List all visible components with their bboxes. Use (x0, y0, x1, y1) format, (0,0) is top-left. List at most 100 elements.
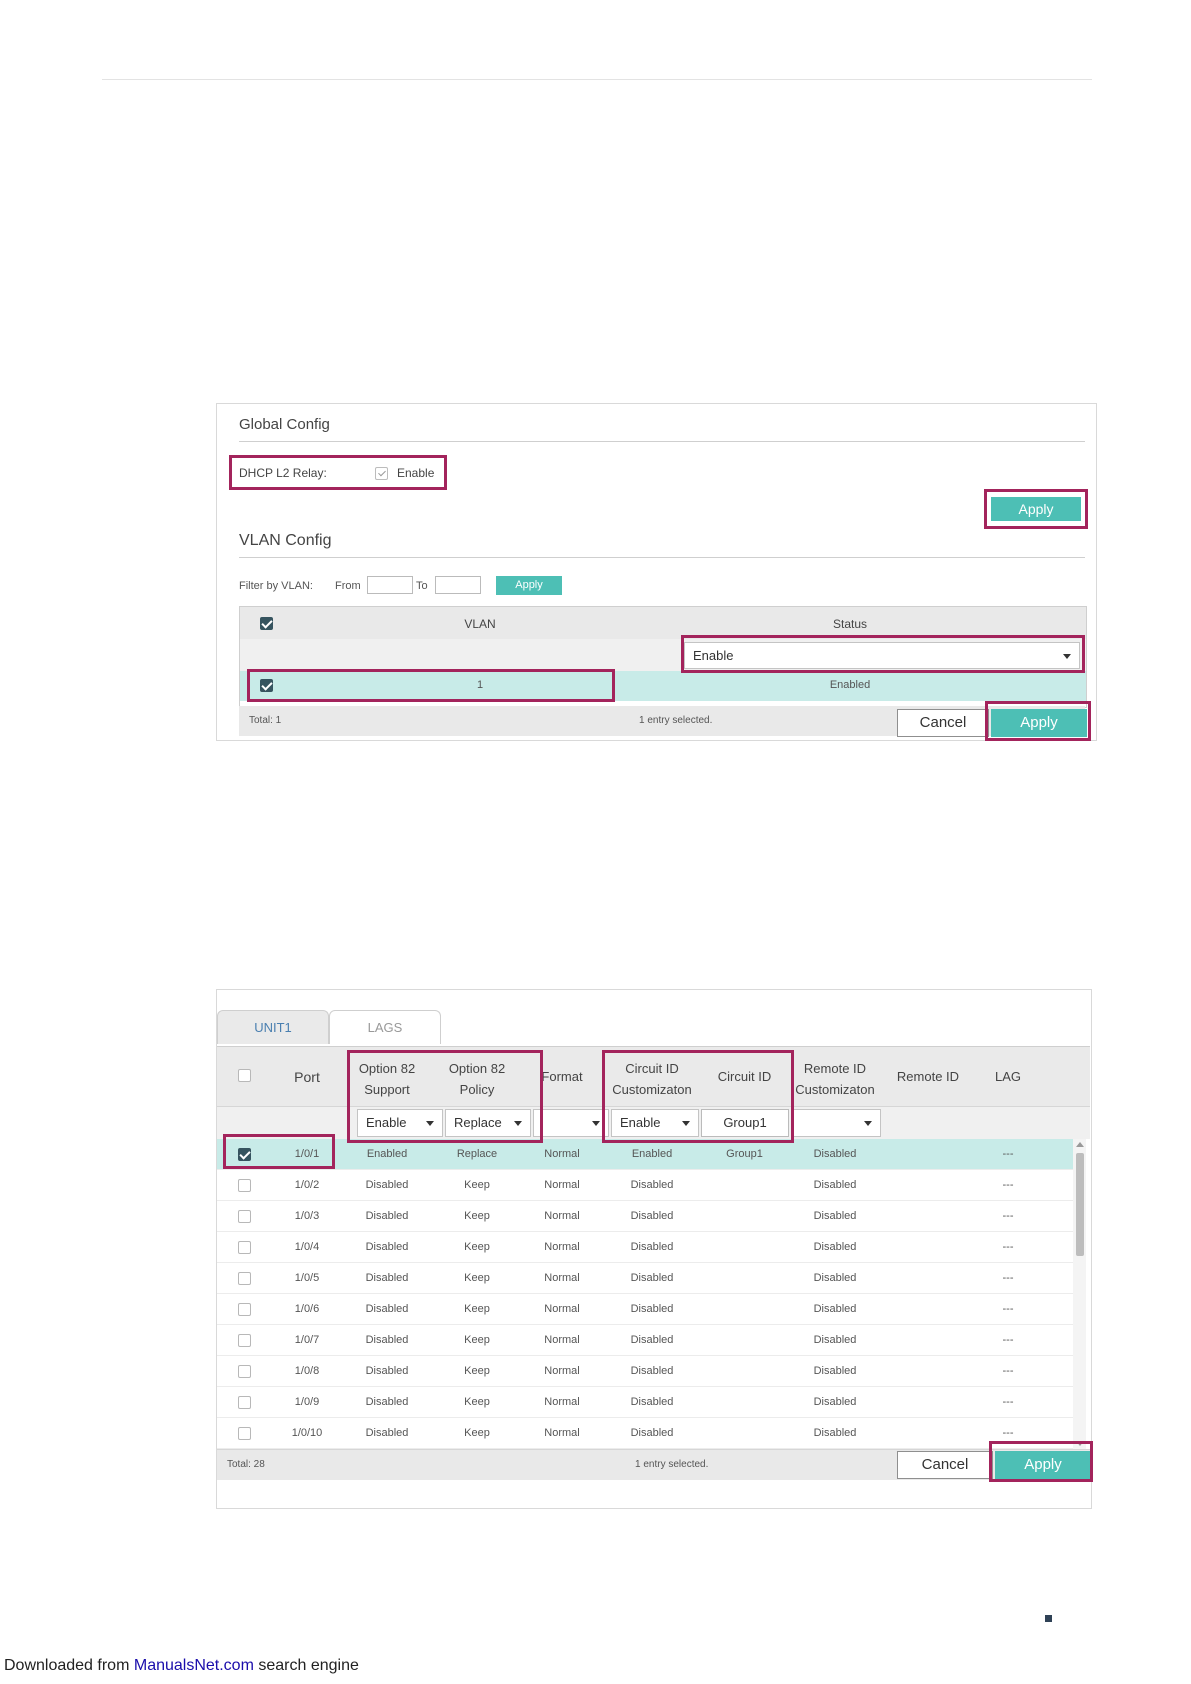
scrollbar-thumb[interactable] (1076, 1153, 1084, 1256)
row-port: 1/0/7 (294, 1334, 320, 1346)
scroll-up-icon[interactable] (1076, 1142, 1084, 1147)
port-table-scrollbar[interactable] (1073, 1139, 1086, 1449)
row-circuit-cust: Disabled (630, 1241, 674, 1253)
remote-cust-column-header: Remote ID Customizaton (787, 1058, 883, 1100)
chevron-down-icon (682, 1121, 690, 1126)
vlan-row-checkbox[interactable] (260, 679, 273, 692)
table-row[interactable]: 1/0/1 Enabled Replace Normal Enabled Group1 Di… (217, 1139, 1073, 1170)
row-circuit-cust: Disabled (630, 1396, 674, 1408)
page-header-rule (102, 79, 1092, 80)
status-select-value: Enable (693, 648, 734, 663)
circuit-cust-header-line2: Customizaton (612, 1082, 692, 1097)
global-apply-button[interactable]: Apply (991, 497, 1081, 521)
row-format: Normal (544, 1272, 580, 1284)
port-apply-button[interactable]: Apply (995, 1451, 1091, 1479)
remote-id-column-header: Remote ID (896, 1069, 960, 1084)
tab-unit1-label: UNIT1 (254, 1020, 292, 1035)
table-row[interactable]: 1/0/9 Disabled Keep Normal Disabled Disabled -… (217, 1387, 1073, 1418)
row-lag: --- (1002, 1303, 1014, 1315)
port-select-all-checkbox[interactable] (238, 1069, 251, 1082)
tab-lags[interactable]: LAGS (329, 1010, 441, 1044)
row-checkbox[interactable] (238, 1179, 251, 1192)
table-row[interactable]: 1/0/3 Disabled Keep Normal Disabled Disabled -… (217, 1201, 1073, 1232)
row-checkbox[interactable] (238, 1334, 251, 1347)
port-column-header: Port (294, 1069, 320, 1085)
remote-cust-select[interactable] (791, 1109, 881, 1137)
port-cancel-button[interactable]: Cancel (897, 1451, 993, 1479)
row-remote-cust: Disabled (813, 1334, 857, 1346)
table-row[interactable]: 1/0/6 Disabled Keep Normal Disabled Disabled -… (217, 1294, 1073, 1325)
row-checkbox[interactable] (238, 1148, 251, 1161)
row-checkbox[interactable] (238, 1241, 251, 1254)
chevron-down-icon (514, 1121, 522, 1126)
vlan-select-all-checkbox[interactable] (260, 617, 273, 630)
vlan-table-header: VLAN Status (240, 607, 1086, 639)
row-checkbox[interactable] (238, 1427, 251, 1440)
row-port: 1/0/8 (294, 1365, 320, 1377)
chevron-down-icon (864, 1121, 872, 1126)
tab-lags-label: LAGS (367, 1020, 403, 1035)
row-support: Disabled (365, 1210, 409, 1222)
circuit-id-input[interactable]: Group1 (701, 1109, 789, 1137)
row-format: Normal (544, 1365, 580, 1377)
row-policy: Keep (464, 1179, 490, 1191)
format-select[interactable] (533, 1109, 609, 1137)
row-lag: --- (1002, 1241, 1014, 1253)
row-circuit-cust: Disabled (630, 1365, 674, 1377)
row-format: Normal (544, 1210, 580, 1222)
table-row[interactable]: 1/0/10 Disabled Keep Normal Disabled Disabled… (217, 1418, 1073, 1449)
row-support: Disabled (365, 1272, 409, 1284)
circuit-id-input-value: Group1 (723, 1115, 767, 1130)
circuit-cust-select[interactable]: Enable (611, 1109, 699, 1137)
opt82-support-select[interactable]: Enable (357, 1109, 443, 1137)
port-edit-row: Enable Replace Enable Group1 (217, 1106, 1090, 1139)
dhcp-relay-checkbox[interactable] (375, 467, 388, 480)
table-row[interactable]: 1/0/7 Disabled Keep Normal Disabled Disabled -… (217, 1325, 1073, 1356)
vlan-apply-button[interactable]: Apply (991, 709, 1087, 737)
row-remote-cust: Disabled (813, 1303, 857, 1315)
opt82-support-select-value: Enable (366, 1115, 407, 1130)
status-column-header: Status (832, 617, 868, 631)
opt82-policy-header-line1: Option 82 (448, 1061, 506, 1076)
dhcp-relay-enable-label: Enable (397, 466, 435, 480)
row-support: Disabled (365, 1396, 409, 1408)
chevron-down-icon (1063, 654, 1071, 659)
table-row[interactable]: 1/0/8 Disabled Keep Normal Disabled Disabled -… (217, 1356, 1073, 1387)
vlan-table-row[interactable]: 1 Enabled (240, 671, 1086, 701)
scroll-down-icon[interactable] (1076, 1441, 1084, 1446)
footer-link[interactable]: ManualsNet.com (134, 1657, 254, 1674)
tab-unit1[interactable]: UNIT1 (217, 1010, 329, 1044)
row-checkbox[interactable] (238, 1303, 251, 1316)
opt82-policy-select[interactable]: Replace (445, 1109, 531, 1137)
vlan-cancel-button[interactable]: Cancel (897, 709, 989, 737)
opt82-policy-select-value: Replace (454, 1115, 502, 1130)
row-port: 1/0/4 (294, 1241, 320, 1253)
status-select[interactable]: Enable (684, 642, 1080, 669)
table-row[interactable]: 1/0/4 Disabled Keep Normal Disabled Disabled -… (217, 1232, 1073, 1263)
filter-from-input[interactable] (367, 576, 413, 594)
row-circuit-cust: Enabled (631, 1148, 673, 1160)
row-support: Enabled (366, 1148, 408, 1160)
filter-apply-button[interactable]: Apply (496, 576, 562, 595)
row-format: Normal (544, 1179, 580, 1191)
row-circuit-cust: Disabled (630, 1334, 674, 1346)
row-circuit-cust: Disabled (630, 1179, 674, 1191)
row-format: Normal (544, 1396, 580, 1408)
vlan-edit-row: Enable (240, 639, 1086, 671)
circuit-id-column-header: Circuit ID (717, 1069, 772, 1084)
filter-to-input[interactable] (435, 576, 481, 594)
table-row[interactable]: 1/0/2 Disabled Keep Normal Disabled Disabled -… (217, 1170, 1073, 1201)
filter-from-label: From (335, 580, 361, 592)
page-marker (1045, 1615, 1052, 1622)
row-checkbox[interactable] (238, 1210, 251, 1223)
vlan-total-count: Total: 1 (249, 715, 282, 726)
circuit-cust-column-header: Circuit ID Customizaton (602, 1058, 702, 1100)
row-checkbox[interactable] (238, 1365, 251, 1378)
row-checkbox[interactable] (238, 1396, 251, 1409)
row-port: 1/0/9 (294, 1396, 320, 1408)
opt82-support-header-line2: Support (364, 1082, 410, 1097)
row-remote-cust: Disabled (813, 1148, 857, 1160)
row-support: Disabled (365, 1179, 409, 1191)
table-row[interactable]: 1/0/5 Disabled Keep Normal Disabled Disabled -… (217, 1263, 1073, 1294)
row-checkbox[interactable] (238, 1272, 251, 1285)
